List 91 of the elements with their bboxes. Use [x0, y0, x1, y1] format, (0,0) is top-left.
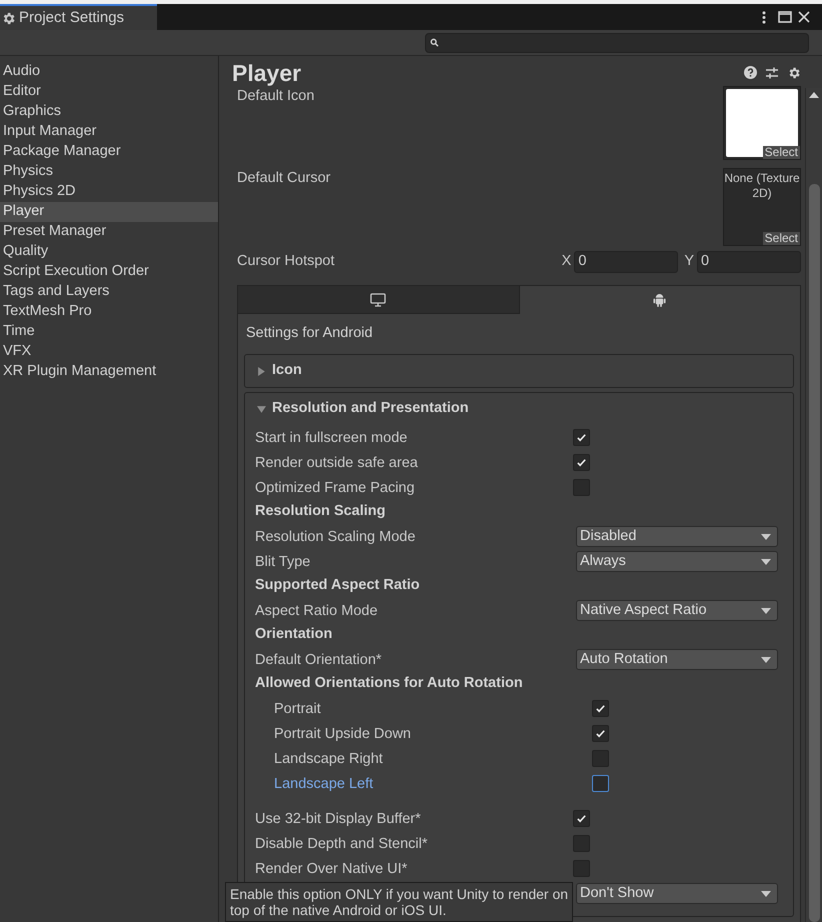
group-heading: Allowed Orientations for Auto Rotation: [255, 674, 523, 694]
settings-title: Settings for Android: [246, 324, 373, 344]
setting-label: Default Cursor: [237, 168, 332, 188]
checkmark-icon: [576, 432, 587, 443]
checkbox[interactable]: [573, 454, 590, 471]
dropdown[interactable]: Always: [576, 551, 778, 572]
y-field[interactable]: 0: [697, 251, 801, 274]
checkbox[interactable]: [592, 750, 609, 767]
group-heading: Resolution Scaling: [255, 502, 386, 522]
window-tab[interactable]: Project Settings: [0, 4, 157, 30]
scroll-up-icon[interactable]: [809, 92, 819, 98]
section-title: Resolution and Presentation: [272, 399, 469, 418]
checkbox[interactable]: [573, 479, 590, 496]
checkbox[interactable]: [573, 429, 590, 446]
caret-icon: [761, 656, 771, 662]
dropdown[interactable]: Disabled: [576, 526, 778, 547]
setting-label: Landscape Left: [274, 776, 374, 792]
sidebar-item[interactable]: Editor: [0, 82, 218, 102]
sidebar-item[interactable]: Script Execution Order: [0, 262, 218, 282]
setting-label: Landscape Right: [274, 750, 383, 766]
dropdown[interactable]: Auto Rotation: [576, 649, 778, 670]
checkbox[interactable]: [592, 775, 609, 792]
setting-label: Start in fullscreen mode: [255, 430, 408, 446]
checkbox[interactable]: [573, 835, 590, 852]
checkmark-icon: [595, 703, 606, 714]
sidebar-item[interactable]: XR Plugin Management: [0, 362, 218, 382]
setting-label: Render outside safe area: [255, 454, 418, 470]
setting-label: Disable Depth and Stencil*: [255, 836, 428, 852]
group-heading: Supported Aspect Ratio: [255, 576, 420, 596]
search-icon: [430, 38, 439, 47]
axis-label: Y: [684, 252, 694, 272]
sidebar-item[interactable]: Audio: [0, 62, 218, 82]
setting-label: Cursor Hotspot: [237, 252, 336, 272]
setting-label: Resolution Scaling Mode: [255, 528, 416, 544]
dropdown[interactable]: Native Aspect Ratio: [576, 600, 778, 621]
sidebar-item[interactable]: Graphics: [0, 102, 218, 122]
checkbox[interactable]: [573, 810, 590, 827]
checkmark-icon: [576, 813, 587, 824]
axis-label: X: [562, 252, 572, 272]
sidebar-item[interactable]: Package Manager: [0, 142, 218, 162]
checkbox[interactable]: [592, 725, 609, 742]
checkbox[interactable]: [592, 700, 609, 717]
checkbox[interactable]: [573, 860, 590, 877]
sidebar-item[interactable]: VFX: [0, 342, 218, 362]
setting-label: Portrait: [274, 700, 321, 716]
caret-icon: [761, 608, 771, 614]
scrollbar[interactable]: [805, 88, 822, 922]
gear-icon: [1, 10, 16, 26]
settings-icon: [787, 66, 801, 80]
android-icon: [653, 292, 666, 308]
setting-label: Render Over Native UI*: [255, 860, 408, 876]
sidebar-item[interactable]: Time: [0, 322, 218, 342]
close-icon[interactable]: [798, 11, 810, 23]
expanded-triangle-icon: [257, 404, 266, 414]
group-heading: Orientation: [255, 625, 332, 644]
sidebar-item[interactable]: Preset Manager: [0, 222, 218, 242]
icon-slot[interactable]: Select: [723, 86, 801, 160]
tooltip: Enable this option ONLY if you want Unity to render on top of the native Android or iOS UI.: [225, 882, 573, 922]
checkmark-icon: [595, 728, 606, 739]
dropdown[interactable]: Don't Show: [576, 883, 778, 904]
setting-label: Use 32-bit Display Buffer*: [255, 810, 421, 826]
caret-icon: [761, 890, 771, 896]
section-title: Icon: [272, 361, 302, 380]
setting-label: Aspect Ratio Mode: [255, 602, 378, 618]
setting-label: Default Icon: [237, 86, 316, 106]
sidebar-item[interactable]: Player: [0, 202, 218, 222]
maximize-icon[interactable]: [778, 11, 792, 23]
sliders-icon[interactable]: [765, 66, 779, 80]
sidebar-item[interactable]: Quality: [0, 242, 218, 262]
search-field[interactable]: [425, 32, 809, 52]
section-header[interactable]: Resolution and Presentation: [245, 393, 793, 425]
caret-icon: [761, 534, 771, 540]
help-icon[interactable]: [744, 66, 757, 80]
sidebar-item[interactable]: Physics: [0, 162, 218, 182]
collapsed-triangle-icon: [257, 366, 266, 376]
sidebar-item[interactable]: TextMesh Pro: [0, 302, 218, 322]
inspector-title: Player: [232, 60, 302, 86]
caret-icon: [761, 558, 771, 564]
sidebar-item[interactable]: Physics 2D: [0, 182, 218, 202]
checkmark-icon: [576, 457, 587, 468]
x-field[interactable]: 0: [574, 251, 678, 274]
section-header[interactable]: Icon: [245, 355, 793, 387]
sidebar-item[interactable]: Input Manager: [0, 122, 218, 142]
setting-label: Optimized Frame Pacing: [255, 480, 415, 496]
setting-label: Default Orientation*: [255, 652, 382, 668]
more-icon[interactable]: [762, 10, 766, 24]
cursor-slot[interactable]: None (Texture 2D) Select: [723, 168, 801, 246]
sidebar-item[interactable]: Tags and Layers: [0, 282, 218, 302]
setting-label: Portrait Upside Down: [274, 726, 411, 742]
setting-label: Blit Type: [255, 554, 310, 570]
monitor-icon: [370, 292, 386, 306]
